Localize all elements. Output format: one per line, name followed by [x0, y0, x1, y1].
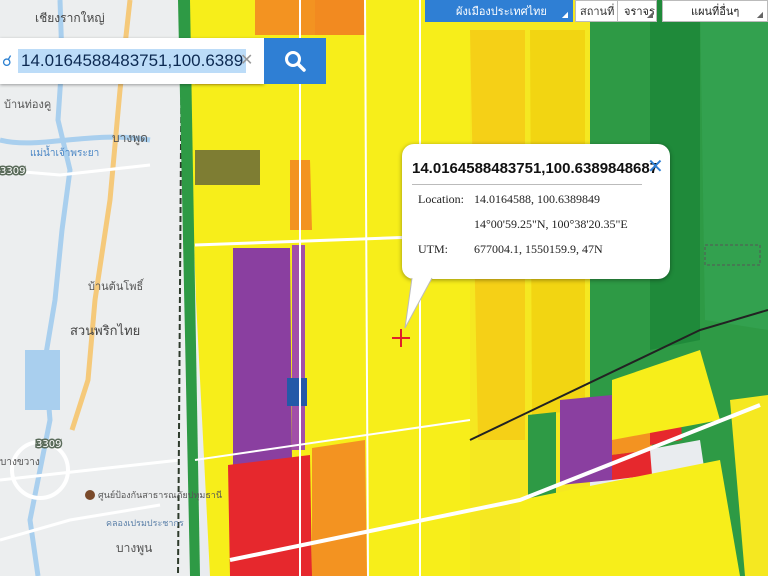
- search-bar: ☌ ✕: [0, 38, 264, 84]
- search-button[interactable]: [264, 38, 326, 84]
- search-icon: ☌: [2, 52, 13, 70]
- basemap-dropdown-label: แผนที่อื่นๆ: [691, 6, 740, 18]
- road-number-label: 3309: [36, 439, 61, 450]
- map-label-place: บางพูน: [116, 541, 152, 556]
- map-label-place: บางพูด: [112, 131, 148, 146]
- map-label-place: สวนพริกไทย: [70, 323, 140, 339]
- location-marker-icon[interactable]: [85, 490, 95, 500]
- layer-dropdown[interactable]: ผังเมืองประเทศไทย ◢: [425, 0, 573, 22]
- zone-industrial: [233, 248, 292, 470]
- place-label-text: สถานที่: [580, 6, 615, 18]
- map-label-place: บ้านท่องคู: [4, 98, 51, 111]
- basemap-dropdown[interactable]: แผนที่อื่นๆ ◢: [662, 0, 768, 22]
- location-dms-value: 14°00'59.25"N, 100°38'20.35"E: [474, 217, 628, 231]
- utm-value: 677004.1, 1550159.9, 47N: [474, 242, 603, 256]
- location-decimal-value: 14.0164588, 100.6389849: [474, 192, 600, 206]
- map-canvas[interactable]: เชียงรากใหญ่ บ้านท่องคู บางพูด แม่น้ำเจ้…: [0, 0, 768, 576]
- dropdown-arrow-icon: ◢: [561, 10, 568, 19]
- dropdown-arrow-icon: ◢: [756, 10, 763, 19]
- map-label-place: บ้านต้นโพธิ์: [88, 278, 145, 293]
- zone-orange: [255, 0, 315, 35]
- dropdown-arrow-icon: ◢: [646, 10, 653, 19]
- location-label: Location:: [418, 192, 464, 206]
- place-label: สถานที่: [575, 0, 617, 22]
- clear-icon[interactable]: ✕: [240, 50, 253, 69]
- map-label-place: ศูนย์ป้องกันสาธารณภัยปทุมธานี: [98, 489, 222, 501]
- popup-divider: [412, 184, 642, 185]
- search-input[interactable]: [18, 49, 246, 73]
- coordinate-popup: 14.0164588483751,100.6389848687 ✕ Locati…: [402, 144, 670, 279]
- close-icon[interactable]: ✕: [647, 154, 664, 178]
- layer-dropdown-label: ผังเมืองประเทศไทย: [456, 6, 547, 18]
- road-number-label: 3309: [0, 166, 25, 177]
- map-label-place: เชียงรากใหญ่: [35, 11, 105, 25]
- map-label-place: บางขวาง: [0, 457, 40, 468]
- popup-title: 14.0164588483751,100.6389848687: [412, 160, 659, 177]
- map-label-canal: คลองเปรมประชากร: [106, 519, 184, 529]
- place-dropdown[interactable]: จราจร ◢: [617, 0, 657, 22]
- utm-label: UTM:: [418, 242, 448, 256]
- map-label-river: แม่น้ำเจ้าพระยา: [30, 145, 99, 159]
- search-icon: [285, 51, 306, 72]
